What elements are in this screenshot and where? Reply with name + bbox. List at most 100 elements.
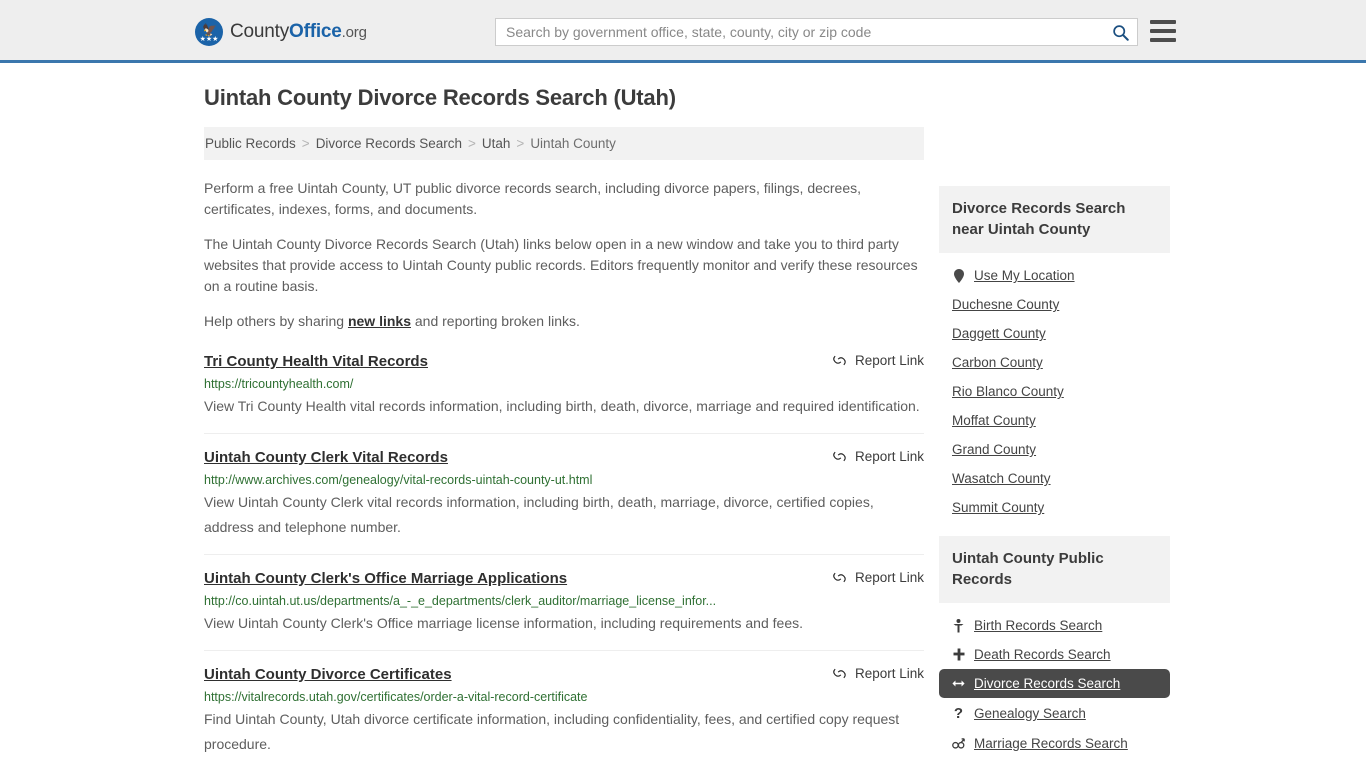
sidebar-nearby-box: Divorce Records Search near Uintah Count… <box>939 186 1170 522</box>
sidebar-item-birth-records-search[interactable]: Birth Records Search <box>939 611 1170 640</box>
report-link-label: Report Link <box>854 570 924 585</box>
sidebar-public-records-list: Birth Records Search Death Records Searc… <box>939 603 1170 758</box>
sidebar-public-records-heading: Uintah County Public Records <box>939 536 1170 603</box>
result-description: View Uintah County Clerk vital records i… <box>204 494 874 535</box>
page-body: Uintah County Divorce Records Search (Ut… <box>0 63 1366 752</box>
sidebar-item-label: Grand County <box>952 442 1037 457</box>
sidebar-nearby-list: Use My Location Duchesne County Daggett … <box>939 253 1170 522</box>
breadcrumb-item-public-records[interactable]: Public Records <box>205 136 296 151</box>
sidebar-item-use-my-location[interactable]: Use My Location <box>939 261 1170 290</box>
result-description: View Tri County Health vital records inf… <box>204 398 920 414</box>
sidebar-item-label: Carbon County <box>952 355 1043 370</box>
result-title-link[interactable]: Tri County Health Vital Records <box>204 352 428 372</box>
sidebar-item-rio-blanco-county[interactable]: Rio Blanco County <box>939 377 1170 406</box>
result-title-link[interactable]: Uintah County Divorce Certificates <box>204 665 452 685</box>
result-item: Uintah County Clerk's Office Marriage Ap… <box>204 569 924 651</box>
breadcrumb-separator: > <box>468 136 476 151</box>
sidebar-item-label: Summit County <box>952 500 1045 515</box>
sidebar-item-label: Death Records Search <box>974 647 1111 662</box>
search-input[interactable] <box>496 19 1103 45</box>
breadcrumb-item-divorce-records-search[interactable]: Divorce Records Search <box>316 136 462 151</box>
male-female-icon <box>952 737 965 750</box>
eagle-seal-icon: 🦅 ★★★ <box>195 18 223 46</box>
result-header: Uintah County Divorce Certificates Repor… <box>204 665 924 685</box>
result-url[interactable]: http://co.uintah.ut.us/departments/a_-_e… <box>204 593 924 609</box>
hamburger-menu-icon[interactable] <box>1150 20 1176 42</box>
sidebar-item-death-records-search[interactable]: Death Records Search <box>939 640 1170 669</box>
result-item: Uintah County Clerk Vital Records Report… <box>204 448 924 555</box>
sidebar-item-label: Genealogy Search <box>974 706 1086 721</box>
double-arrow-icon <box>952 678 965 689</box>
search-bar[interactable] <box>495 18 1138 46</box>
sidebar-item-label: Daggett County <box>952 326 1046 341</box>
result-header: Uintah County Clerk Vital Records Report… <box>204 448 924 468</box>
logo-text-county: County <box>230 21 290 42</box>
breadcrumb-item-utah[interactable]: Utah <box>482 136 511 151</box>
main-content: Uintah County Divorce Records Search (Ut… <box>204 85 924 768</box>
sidebar-public-records-box: Uintah County Public Records Birth Recor… <box>939 536 1170 758</box>
sidebar-item-label: Birth Records Search <box>974 618 1103 633</box>
sidebar-item-genealogy-search[interactable]: ? Genealogy Search <box>939 698 1170 729</box>
result-description: Find Uintah County, Utah divorce certifi… <box>204 711 900 752</box>
logo-text-tld: .org <box>341 24 367 41</box>
result-url[interactable]: http://www.archives.com/genealogy/vital-… <box>204 472 924 488</box>
site-header: 🦅 ★★★ CountyOffice.org <box>0 0 1366 63</box>
broken-link-icon <box>833 668 846 679</box>
logo-text-office: Office <box>289 21 342 42</box>
logo-text: CountyOffice.org <box>230 21 367 43</box>
site-logo[interactable]: 🦅 ★★★ CountyOffice.org <box>195 18 367 46</box>
sidebar: Divorce Records Search near Uintah Count… <box>939 186 1170 768</box>
sidebar-item-grand-county[interactable]: Grand County <box>939 435 1170 464</box>
broken-link-icon <box>833 451 846 462</box>
sidebar-nearby-heading: Divorce Records Search near Uintah Count… <box>939 186 1170 253</box>
report-link-button[interactable]: Report Link <box>832 449 924 464</box>
report-link-button[interactable]: Report Link <box>832 353 924 368</box>
sidebar-item-label: Wasatch County <box>952 471 1051 486</box>
search-button[interactable] <box>1103 19 1137 45</box>
result-url[interactable]: https://tricountyhealth.com/ <box>204 376 924 392</box>
intro-p3-after: and reporting broken links. <box>411 313 580 329</box>
page-title: Uintah County Divorce Records Search (Ut… <box>204 85 676 110</box>
sidebar-item-label: Marriage Records Search <box>974 736 1128 751</box>
result-title-link[interactable]: Uintah County Clerk's Office Marriage Ap… <box>204 569 567 589</box>
sidebar-item-daggett-county[interactable]: Daggett County <box>939 319 1170 348</box>
sidebar-item-label: Moffat County <box>952 413 1036 428</box>
sidebar-item-carbon-county[interactable]: Carbon County <box>939 348 1170 377</box>
broken-link-icon <box>833 355 846 366</box>
sidebar-item-wasatch-county[interactable]: Wasatch County <box>939 464 1170 493</box>
sidebar-item-divorce-records-search[interactable]: Divorce Records Search <box>939 669 1170 698</box>
sidebar-item-summit-county[interactable]: Summit County <box>939 493 1170 522</box>
sidebar-item-label: Use My Location <box>974 268 1075 283</box>
intro-paragraph-3: Help others by sharing new links and rep… <box>204 311 924 332</box>
sidebar-item-label: Divorce Records Search <box>974 676 1121 691</box>
result-title-link[interactable]: Uintah County Clerk Vital Records <box>204 448 448 468</box>
results-list: Tri County Health Vital Records Report L… <box>204 352 924 768</box>
result-description: View Uintah County Clerk's Office marria… <box>204 615 803 631</box>
report-link-label: Report Link <box>854 666 924 681</box>
broken-link-icon <box>833 572 846 583</box>
sidebar-item-moffat-county[interactable]: Moffat County <box>939 406 1170 435</box>
intro-p3-before: Help others by sharing <box>204 313 348 329</box>
intro-paragraph-2: The Uintah County Divorce Records Search… <box>204 236 918 294</box>
breadcrumb-separator: > <box>301 136 310 151</box>
result-header: Tri County Health Vital Records Report L… <box>204 352 924 372</box>
breadcrumb: Public Records > Divorce Records Search … <box>204 127 924 160</box>
breadcrumb-item-uintah-county: Uintah County <box>530 136 616 151</box>
search-icon <box>1112 24 1129 41</box>
result-item: Tri County Health Vital Records Report L… <box>204 352 924 434</box>
baby-icon <box>952 618 965 633</box>
question-mark-icon: ? <box>953 705 964 722</box>
intro-text: Perform a free Uintah County, UT public … <box>204 178 924 332</box>
report-link-button[interactable]: Report Link <box>832 666 924 681</box>
report-link-label: Report Link <box>854 353 924 368</box>
new-links-link[interactable]: new links <box>348 313 411 329</box>
map-pin-icon <box>952 268 965 283</box>
sidebar-item-duchesne-county[interactable]: Duchesne County <box>939 290 1170 319</box>
report-link-label: Report Link <box>854 449 924 464</box>
sidebar-item-marriage-records-search[interactable]: Marriage Records Search <box>939 729 1170 758</box>
report-link-button[interactable]: Report Link <box>832 570 924 585</box>
sidebar-item-label: Duchesne County <box>952 297 1060 312</box>
result-url[interactable]: https://vitalrecords.utah.gov/certificat… <box>204 689 924 705</box>
result-header: Uintah County Clerk's Office Marriage Ap… <box>204 569 924 589</box>
sidebar-item-label: Rio Blanco County <box>952 384 1064 399</box>
